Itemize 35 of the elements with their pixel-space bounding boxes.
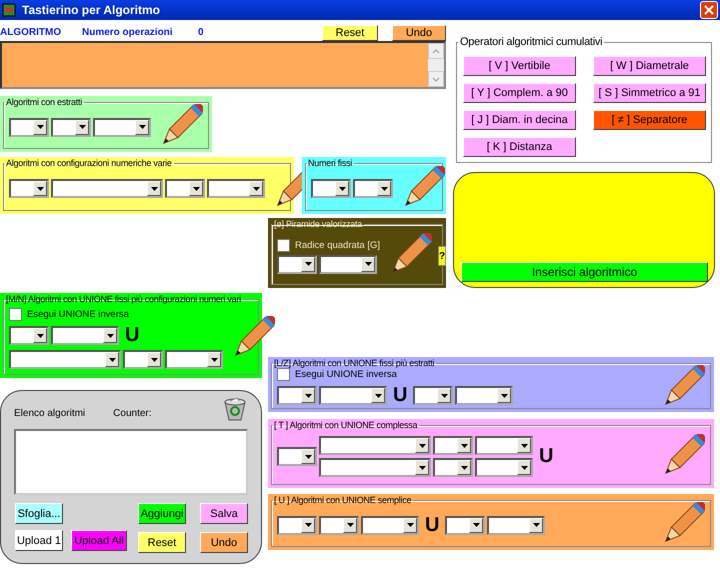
checkbox-label: Esegui UNIONE inversa: [27, 309, 129, 320]
checkbox-label: Radice quadrata [G]: [295, 240, 380, 250]
checkbox-label: Esegui UNIONE inversa: [295, 369, 397, 380]
union-symbol: U: [425, 514, 440, 536]
insert-button[interactable]: Inserisci algoritmico: [461, 262, 708, 282]
operator-button[interactable]: [ J ] Diam. in decina: [463, 110, 576, 130]
list-button[interactable]: Upload 1: [15, 530, 63, 551]
operations-count: 0: [198, 27, 204, 38]
list-button[interactable]: Upload All: [71, 530, 127, 551]
help-button[interactable]: ?: [438, 246, 446, 266]
operator-button[interactable]: [ ≠ ] Separatore: [593, 110, 706, 130]
counter-label: Counter:: [113, 408, 152, 418]
list-title: Elenco algoritmi: [14, 408, 86, 418]
algorithm-label: ALGORITMO: [0, 27, 62, 38]
header-button[interactable]: Undo: [392, 25, 446, 41]
operators-title: Operatori algoritmici cumulativi: [459, 36, 604, 48]
list-button[interactable]: Salva: [200, 503, 248, 524]
list-button[interactable]: Undo: [200, 532, 248, 553]
union-symbol: U: [393, 384, 408, 407]
group-title: [L/Z] Algoritmi con UNIONE fissi più estratti: [273, 357, 436, 369]
group-title: Algoritmi con estratti: [5, 96, 84, 108]
window-title: Tastierino per Algoritmo: [22, 3, 162, 17]
list-button[interactable]: Aggiungi: [138, 503, 186, 524]
operator-button[interactable]: [ K ] Distanza: [463, 137, 576, 157]
header-button[interactable]: Reset: [322, 25, 378, 41]
list-button[interactable]: Reset: [138, 532, 186, 553]
list-button[interactable]: Sfoglia...: [15, 503, 63, 524]
group-title: [ T ] Algoritmi con UNIONE complessa: [273, 419, 418, 431]
operator-button[interactable]: [ S ] Simmetrico a 91: [593, 83, 706, 103]
operator-button[interactable]: [ Y ] Complem. a 90: [463, 83, 576, 103]
operator-button[interactable]: [ W ] Diametrale: [593, 56, 706, 76]
operator-button[interactable]: [ V ] Vertibile: [463, 56, 576, 76]
union-symbol: U: [539, 445, 554, 468]
operations-label: Numero operazioni: [82, 27, 173, 38]
union-symbol: U: [125, 324, 140, 347]
